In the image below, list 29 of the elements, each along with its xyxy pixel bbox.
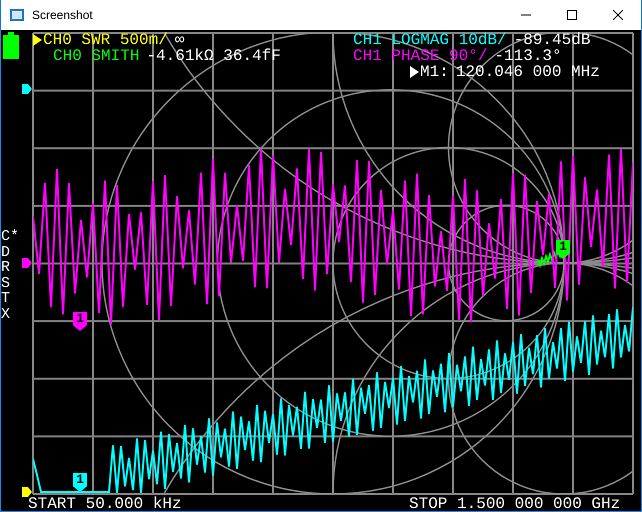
app-icon [9, 7, 25, 23]
status-letter: D [1, 244, 12, 260]
trace-reading: -113.3° [494, 48, 562, 64]
stop-frequency: STOP 1.500 000 000 GHz [409, 496, 620, 512]
trace-reading: ∞ [174, 32, 184, 48]
trace-label: CH0 SWR 500m/ [43, 32, 168, 48]
status-letter: X [1, 306, 12, 322]
trace-label: CH0 SMITH [53, 48, 140, 64]
marker-flag: 1 [556, 240, 570, 259]
trace-label: CH1 PHASE 90°/ [353, 48, 488, 64]
close-icon [613, 10, 623, 20]
marker-flag: 1 [73, 312, 87, 331]
status-letter: R [1, 260, 12, 276]
status-letter: C* [1, 229, 20, 244]
reference-level-icon [22, 258, 32, 268]
trace-reading: -4.61kΩ 36.4fF [146, 48, 281, 64]
reference-level-icon [22, 84, 32, 94]
reference-level-icon [22, 487, 32, 497]
start-frequency: START 50.000 kHz [28, 496, 182, 512]
status-letter: T [1, 291, 12, 306]
maximize-icon [567, 10, 577, 20]
marker-frequency: 120.046 000 MHz [456, 64, 600, 80]
window-title: Screenshot [32, 8, 94, 22]
trace-label: CH1 LOGMAG 10dB/ [353, 32, 507, 48]
marker-label: M1: [420, 64, 449, 80]
battery-icon [3, 32, 19, 59]
status-letter: S [1, 276, 12, 291]
marker-flag: 1 [73, 473, 87, 492]
trace-reading: -89.45dB [514, 32, 590, 48]
